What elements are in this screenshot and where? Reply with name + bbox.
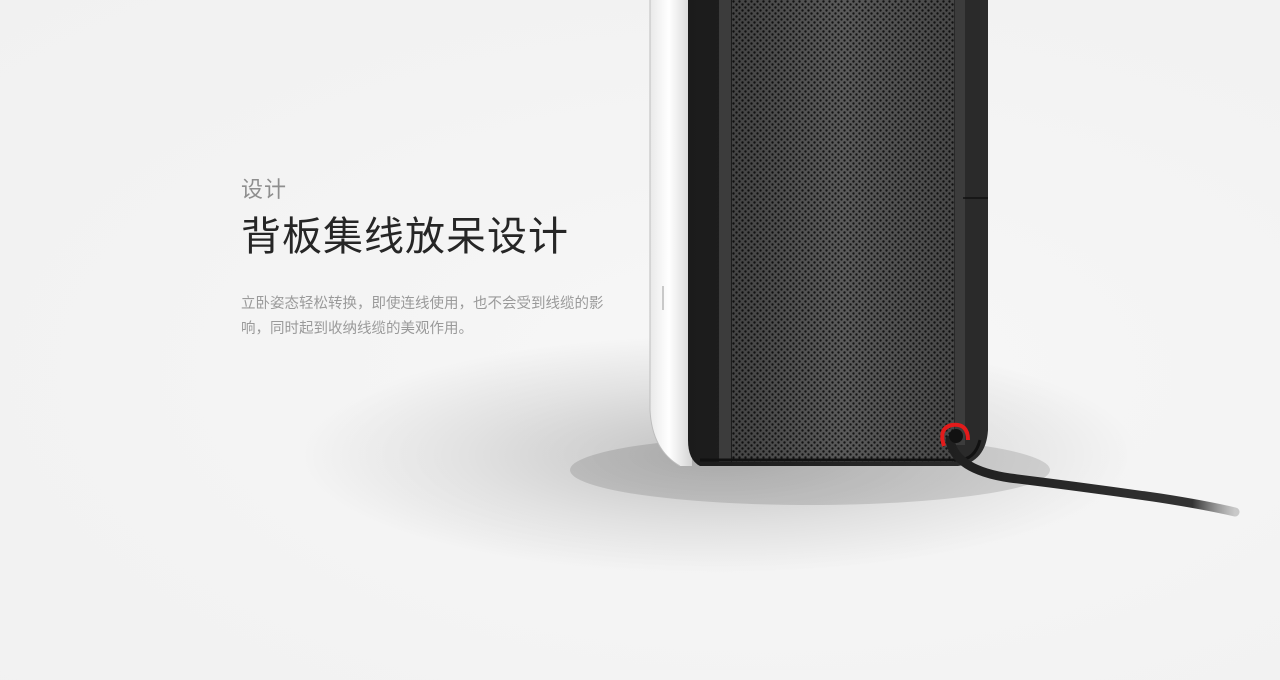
feature-text: 设计 背板集线放呆设计 立卧姿态轻松转换，即使连线使用，也不会受到线缆的影响，同… bbox=[241, 176, 621, 342]
feature-title: 背板集线放呆设计 bbox=[241, 214, 569, 260]
section-label: 设计 bbox=[241, 178, 288, 203]
hero-section: 设计 背板集线放呆设计 立卧姿态轻松转换，即使连线使用，也不会受到线缆的影响，同… bbox=[0, 0, 1280, 680]
speaker-product-image bbox=[300, 0, 1240, 575]
feature-description: 立卧姿态轻松转换，即使连线使用，也不会受到线缆的影响，同时起到收纳线缆的美观作用… bbox=[241, 296, 604, 337]
speaker-side-panel bbox=[650, 0, 692, 466]
